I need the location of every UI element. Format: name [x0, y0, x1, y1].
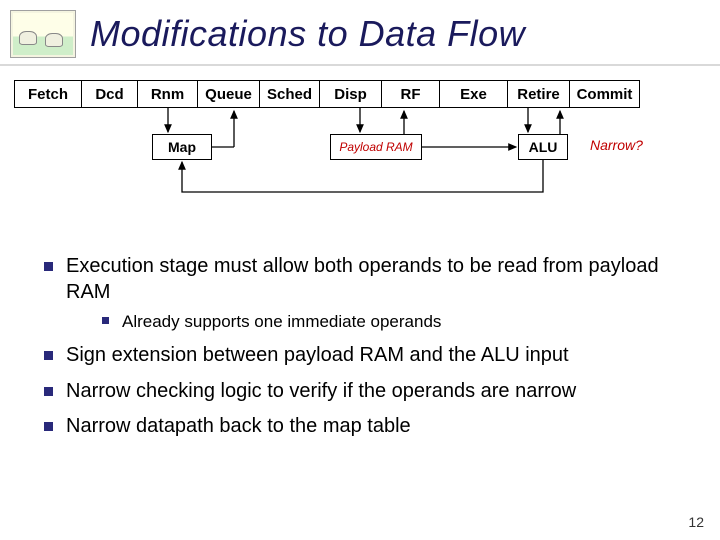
bullet-4: Narrow datapath back to the map table [40, 414, 690, 440]
bullet-3-text: Narrow checking logic to verify if the o… [66, 380, 576, 402]
stage-dcd: Dcd [82, 80, 138, 108]
payload-ram-box: Payload RAM [330, 134, 422, 160]
stage-fetch: Fetch [14, 80, 82, 108]
stage-retire: Retire [508, 80, 570, 108]
bullet-2-text: Sign extension between payload RAM and t… [66, 344, 569, 366]
bullet-content: Execution stage must allow both operands… [0, 224, 720, 440]
stage-commit: Commit [570, 80, 640, 108]
bullet-2: Sign extension between payload RAM and t… [40, 343, 690, 369]
bullet-1-text: Execution stage must allow both operands… [66, 255, 659, 303]
narrow-label: Narrow? [590, 137, 643, 153]
stage-sched: Sched [260, 80, 320, 108]
stage-queue: Queue [198, 80, 260, 108]
page-number: 12 [688, 514, 704, 530]
bullet-3: Narrow checking logic to verify if the o… [40, 379, 690, 405]
pipeline-stage-row: Fetch Dcd Rnm Queue Sched Disp RF Exe Re… [14, 80, 640, 108]
slide-title: Modifications to Data Flow [90, 13, 525, 55]
alu-box: ALU [518, 134, 568, 160]
map-box: Map [152, 134, 212, 160]
stage-disp: Disp [320, 80, 382, 108]
pipeline-diagram: Fetch Dcd Rnm Queue Sched Disp RF Exe Re… [0, 74, 720, 224]
stage-exe: Exe [440, 80, 508, 108]
bullet-4-text: Narrow datapath back to the map table [66, 415, 411, 437]
bullet-1: Execution stage must allow both operands… [40, 254, 690, 333]
logo-icon [10, 10, 76, 58]
bullet-1a: Already supports one immediate operands [100, 311, 690, 333]
bullet-1a-text: Already supports one immediate operands [122, 312, 441, 331]
stage-rnm: Rnm [138, 80, 198, 108]
stage-rf: RF [382, 80, 440, 108]
